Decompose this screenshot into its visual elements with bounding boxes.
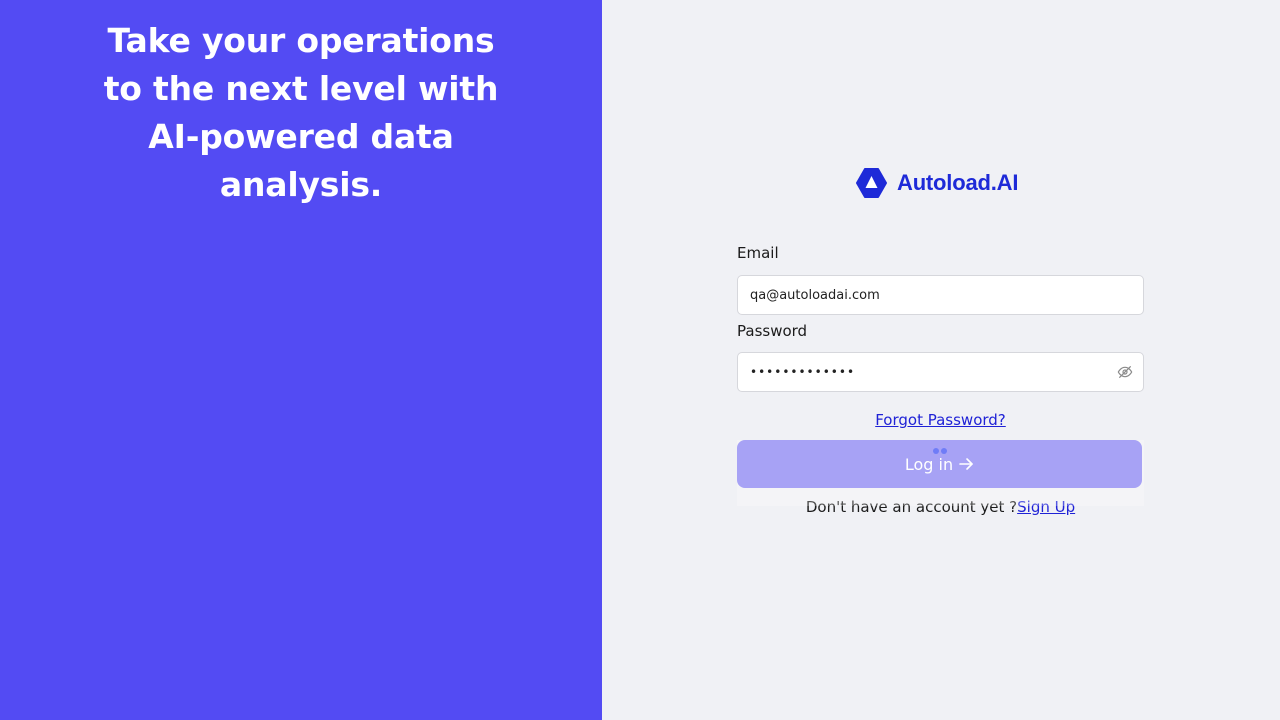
brand: Autoload.AI: [856, 168, 1018, 198]
password-field[interactable]: [750, 365, 1131, 379]
login-form: Email Password Forgot Password? Log in: [737, 242, 1144, 516]
arrow-right-icon: [959, 458, 973, 470]
password-field-wrapper: [737, 352, 1144, 392]
login-button[interactable]: Log in: [737, 440, 1142, 488]
login-button-label: Log in: [904, 454, 954, 474]
hero-panel: Take your operations to the next level w…: [0, 0, 602, 720]
email-field[interactable]: [750, 287, 1131, 303]
password-label: Password: [737, 322, 808, 340]
brand-name: Autoload.AI: [897, 170, 1019, 195]
hero-headline: Take your operations to the next level w…: [103, 21, 499, 204]
autoload-logo-icon: [856, 168, 887, 198]
email-field-wrapper: [737, 275, 1144, 315]
forgot-password-link[interactable]: Forgot Password?: [875, 411, 1006, 429]
forgot-password-row: Forgot Password?: [737, 410, 1144, 430]
login-panel: Autoload.AI Email Password Forgot Passwo…: [602, 0, 1280, 720]
loading-spinner-icon: [933, 448, 947, 454]
email-label: Email: [737, 244, 779, 262]
login-area: Log in: [737, 440, 1144, 506]
eye-off-icon[interactable]: [1117, 364, 1133, 380]
